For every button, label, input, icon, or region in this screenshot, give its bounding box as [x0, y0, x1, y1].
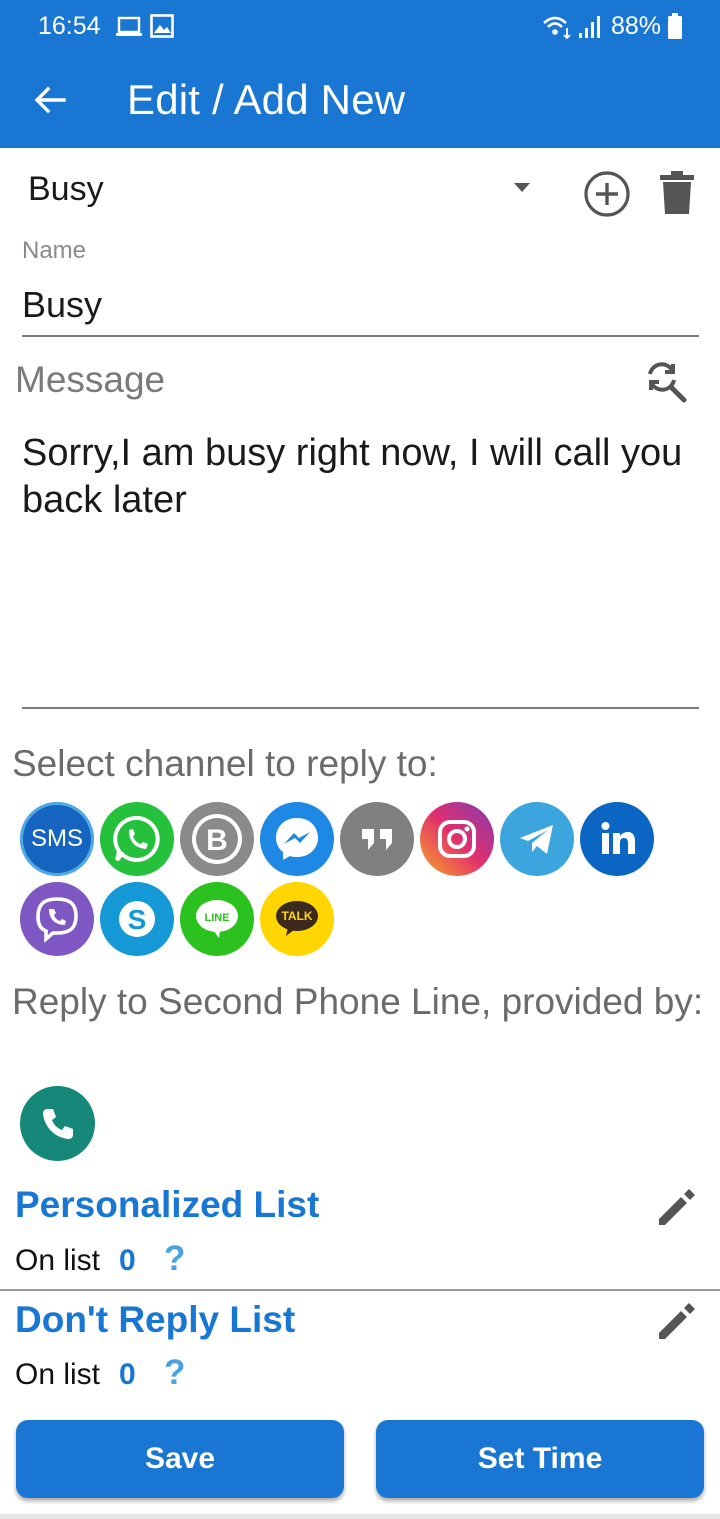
line-text: LINE	[204, 912, 229, 924]
phone-icon[interactable]	[20, 1086, 95, 1161]
spinner-selected-value: Busy	[28, 170, 104, 208]
channel-messenger-icon[interactable]	[260, 802, 334, 876]
channel-line-icon[interactable]: LINE	[180, 882, 254, 956]
dont-reply-list-title[interactable]: Don't Reply List	[15, 1299, 295, 1341]
personalized-help-icon[interactable]: ?	[164, 1239, 185, 1279]
dont-reply-on-list-count: 0	[119, 1358, 136, 1391]
message-input[interactable]: Sorry,I am busy right now, I will call y…	[22, 430, 692, 524]
name-label: Name	[22, 237, 87, 264]
dont-reply-on-list-label: On list	[15, 1358, 101, 1391]
back-arrow-icon[interactable]	[28, 78, 72, 122]
edit-personalized-list-pencil-icon[interactable]	[655, 1185, 699, 1234]
sms-text: SMS	[30, 825, 83, 852]
second-line-label: Reply to Second Phone Line, provided by:	[12, 981, 704, 1022]
save-button[interactable]: Save	[16, 1420, 344, 1498]
personalized-list-title[interactable]: Personalized List	[15, 1184, 319, 1226]
svg-text:B: B	[206, 824, 228, 857]
message-input-underline	[22, 707, 699, 709]
personalized-on-list-count: 0	[119, 1244, 136, 1277]
status-bar: 16:54 88%	[0, 0, 720, 56]
page-title: Edit / Add New	[127, 76, 406, 123]
list-divider	[0, 1289, 720, 1291]
trash-icon[interactable]	[660, 170, 694, 221]
battery-icon	[668, 13, 682, 44]
message-label: Message	[15, 359, 166, 400]
talk-text: TALK	[281, 909, 312, 923]
image-icon	[150, 14, 174, 43]
battery-percent: 88%	[611, 12, 662, 40]
channel-kakaotalk-icon[interactable]: TALK	[260, 882, 334, 956]
channel-select-label: Select channel to reply to:	[12, 743, 438, 784]
channel-linkedin-icon[interactable]	[580, 802, 654, 876]
navigation-bar-strip	[0, 1514, 720, 1519]
personalized-on-list-label: On list	[15, 1244, 101, 1277]
name-input-underline	[22, 335, 699, 337]
status-time: 16:54	[38, 12, 101, 40]
channel-hangouts-icon[interactable]	[340, 802, 414, 876]
channel-instagram-icon[interactable]	[420, 802, 494, 876]
edit-dont-reply-list-pencil-icon[interactable]	[655, 1299, 699, 1348]
set-time-button[interactable]: Set Time	[376, 1420, 704, 1498]
channel-whatsapp-business-icon[interactable]: B	[180, 802, 254, 876]
add-circle-icon[interactable]	[583, 170, 631, 223]
channel-telegram-icon[interactable]	[500, 802, 574, 876]
channel-skype-icon[interactable]: S	[100, 882, 174, 956]
dont-reply-help-icon[interactable]: ?	[164, 1353, 185, 1393]
name-input[interactable]: Busy	[22, 284, 102, 326]
channel-sms-icon[interactable]: SMS	[20, 802, 94, 876]
dropdown-arrow-icon[interactable]	[514, 183, 530, 192]
signal-icon	[578, 14, 600, 45]
svg-text:S: S	[128, 904, 147, 935]
channel-viber-icon[interactable]	[20, 882, 94, 956]
search-replace-icon[interactable]	[640, 356, 688, 409]
wifi-icon	[542, 14, 572, 45]
app-bar: 16:54 88% Edit / Add New	[0, 0, 720, 148]
channel-whatsapp-icon[interactable]	[100, 802, 174, 876]
laptop-icon	[116, 16, 142, 43]
